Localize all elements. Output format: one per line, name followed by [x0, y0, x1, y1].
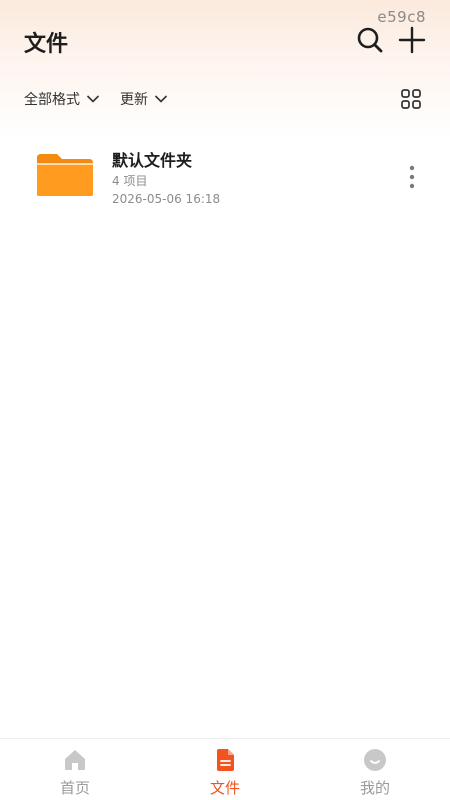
- document-icon: [217, 749, 234, 771]
- format-filter-label: 全部格式: [24, 92, 80, 108]
- more-vertical-icon: [409, 165, 415, 189]
- nav-item-me[interactable]: 我的: [300, 739, 450, 800]
- nav-item-label: 首页: [59, 779, 90, 797]
- search-icon: [357, 27, 383, 53]
- nav-item-label: 文件: [209, 779, 240, 797]
- nav-item-home[interactable]: 首页: [0, 739, 150, 800]
- grid-view-button[interactable]: [400, 88, 422, 110]
- bottom-navigation: 首页 文件 我的: [0, 738, 450, 800]
- chevron-down-icon: [86, 95, 100, 103]
- format-filter-dropdown[interactable]: 全部格式: [24, 86, 100, 112]
- search-button[interactable]: [356, 26, 384, 54]
- profile-icon: [364, 749, 386, 771]
- grid-view-icon: [401, 89, 421, 109]
- sort-dropdown[interactable]: 更新: [120, 86, 168, 112]
- home-icon: [65, 750, 85, 770]
- more-options-button[interactable]: [402, 164, 422, 190]
- add-button[interactable]: [398, 26, 426, 54]
- chevron-down-icon: [154, 95, 168, 103]
- app-header: 文件: [0, 0, 450, 80]
- filter-bar: 全部格式 更新: [0, 86, 450, 112]
- file-date: 2026-05-06 16:18: [112, 192, 221, 206]
- page-title: 文件: [24, 32, 69, 57]
- file-item-count: 4 项目: [112, 174, 148, 188]
- nav-item-label: 我的: [359, 779, 390, 797]
- nav-item-files[interactable]: 文件: [150, 739, 300, 800]
- sort-label: 更新: [120, 92, 148, 108]
- file-list-item[interactable]: 默认文件夹 4 项目 2026-05-06 16:18: [0, 136, 450, 220]
- plus-icon: [398, 26, 426, 54]
- folder-icon: [37, 154, 93, 196]
- file-name: 默认文件夹: [112, 151, 193, 170]
